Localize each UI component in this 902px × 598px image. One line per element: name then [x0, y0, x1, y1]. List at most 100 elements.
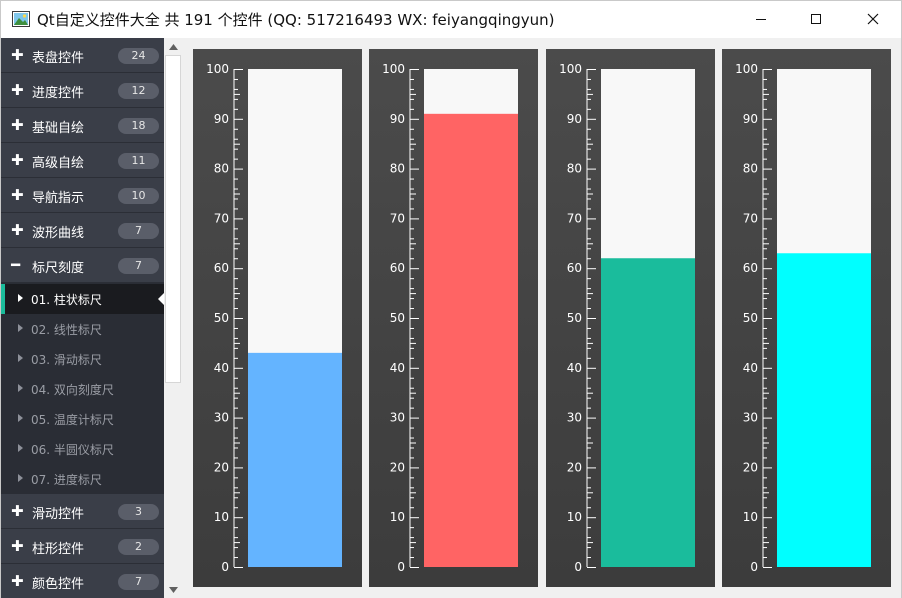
nav-group-label: 导航指示	[32, 191, 85, 206]
nav-group[interactable]: ✚ 导航指示 10	[1, 178, 164, 213]
ruler-svg: 1009080706050403020100	[559, 62, 695, 574]
scale-tick-label: 70	[743, 211, 758, 225]
scale-tick-label: 70	[390, 211, 405, 225]
scale-tick-label: 10	[390, 510, 405, 524]
nav-item-label: 07. 进度标尺	[31, 473, 102, 487]
nav-group-label: 柱形控件	[32, 542, 85, 557]
plus-icon: ✚	[11, 81, 24, 99]
ruler-svg: 1009080706050403020100	[206, 62, 342, 574]
nav-group[interactable]: ✚ 表盘控件 24	[1, 38, 164, 73]
ruler-bar-3: 100 90 80 70 60 50 40 30 20 10 0	[546, 49, 715, 587]
scale-tick-label: 80	[743, 162, 758, 176]
nav-group[interactable]: ✚ 颜色控件 7	[1, 564, 164, 598]
app-picture-icon	[12, 11, 30, 27]
scale-tick-label: 60	[390, 261, 405, 275]
scale-tick-label: 0	[574, 560, 582, 574]
nav-group[interactable]: ✚ 波形曲线 7	[1, 213, 164, 248]
count-badge: 10	[118, 188, 159, 204]
scale-tick-label: 40	[214, 361, 229, 375]
count-badge: 7	[118, 574, 159, 590]
nav-item-active[interactable]: 01. 柱状标尺	[1, 284, 164, 314]
scale-tick-label: 30	[214, 411, 229, 425]
scale-tick-label: 40	[567, 361, 582, 375]
nav-item-label: 02. 线性标尺	[31, 323, 102, 337]
nav-group-label: 表盘控件	[32, 51, 85, 66]
nav-item[interactable]: 06. 半圆仪标尺	[1, 434, 164, 464]
plus-icon: ✚	[11, 151, 24, 169]
scale-tick-label: 30	[390, 411, 405, 425]
scroll-thumb[interactable]	[165, 55, 181, 383]
scale-tick-label: 10	[214, 510, 229, 524]
nav-item[interactable]: 02. 线性标尺	[1, 314, 164, 344]
scale-tick-label: 0	[221, 560, 229, 574]
caret-right-icon	[18, 294, 23, 302]
scale-tick-label: 60	[743, 261, 758, 275]
minus-icon: ━	[11, 256, 21, 274]
caret-right-icon	[18, 384, 23, 392]
nav-group[interactable]: ✚ 高级自绘 11	[1, 143, 164, 178]
plus-icon: ✚	[11, 502, 24, 520]
nav-group[interactable]: ✚ 柱形控件 2	[1, 529, 164, 564]
caret-right-icon	[18, 444, 23, 452]
minimize-button[interactable]	[738, 1, 784, 37]
nav-group[interactable]: ✚ 进度控件 12	[1, 73, 164, 108]
minimize-icon	[756, 19, 766, 20]
content-area: 100 90 80 70 60 50 40 30 20 10 0 100 90 80 70 60 50 40 30…	[182, 38, 901, 598]
scale-tick-label: 60	[214, 261, 229, 275]
nav-group-label: 标尺刻度	[32, 261, 85, 276]
nav-item[interactable]: 05. 温度计标尺	[1, 404, 164, 434]
caret-right-icon	[18, 474, 23, 482]
caret-right-icon	[18, 324, 23, 332]
close-button[interactable]	[850, 1, 896, 37]
scroll-down-button[interactable]	[164, 581, 182, 598]
plus-icon: ✚	[11, 46, 24, 64]
scale-tick-label: 60	[567, 261, 582, 275]
count-badge: 18	[118, 118, 159, 134]
scale-tick-label: 20	[567, 460, 582, 474]
sidebar-scrollbar[interactable]	[164, 38, 182, 598]
scroll-up-button[interactable]	[164, 38, 182, 55]
bar-value	[424, 113, 518, 567]
scale-tick-label: 20	[390, 460, 405, 474]
ruler-svg: 1009080706050403020100	[382, 62, 518, 574]
title-bar[interactable]: Qt自定义控件大全 共 191 个控件 (QQ: 517216493 WX: f…	[1, 1, 901, 37]
scale-tick-label: 70	[214, 211, 229, 225]
count-badge: 2	[118, 539, 159, 555]
plus-icon: ✚	[11, 537, 24, 555]
bar-value	[777, 253, 871, 567]
nav-item[interactable]: 07. 进度标尺	[1, 464, 164, 494]
scale-tick-label: 80	[567, 162, 582, 176]
ruler-bar-2: 100 90 80 70 60 50 40 30 20 10 0	[369, 49, 538, 587]
nav-item[interactable]: 04. 双向刻度尺	[1, 374, 164, 404]
caret-right-icon	[18, 354, 23, 362]
scale-tick-label: 90	[390, 112, 405, 126]
scale-tick-label: 50	[214, 311, 229, 325]
scale-tick-label: 90	[743, 112, 758, 126]
scale-tick-label: 80	[214, 162, 229, 176]
nav-group-label: 进度控件	[32, 86, 85, 101]
ruler-svg: 1009080706050403020100	[735, 62, 871, 574]
nav-item-label: 06. 半圆仪标尺	[31, 443, 114, 457]
scroll-down-arrow-icon	[168, 586, 178, 593]
scale-tick-label: 70	[567, 211, 582, 225]
active-indicator	[1, 284, 5, 314]
count-badge: 24	[118, 48, 159, 64]
plus-icon: ✚	[11, 572, 24, 590]
nav-item[interactable]: 03. 滑动标尺	[1, 344, 164, 374]
scale-tick-label: 100	[382, 62, 405, 76]
nav-group-expanded[interactable]: ━ 标尺刻度 7	[1, 248, 164, 283]
nav-group-label: 基础自绘	[32, 121, 85, 136]
count-badge: 3	[118, 504, 159, 520]
scale-tick-label: 30	[567, 411, 582, 425]
nav-sidebar: ✚ 表盘控件 24 ✚ 进度控件 12 ✚ 基础自绘 18 ✚ 高级自绘 11 …	[1, 38, 164, 598]
scale-tick-label: 20	[743, 460, 758, 474]
nav-group-label: 波形曲线	[32, 226, 85, 241]
nav-group[interactable]: ✚ 基础自绘 18	[1, 108, 164, 143]
bar-value	[248, 352, 342, 567]
maximize-button[interactable]	[793, 1, 839, 37]
nav-item-label: 03. 滑动标尺	[31, 353, 102, 367]
nav-group[interactable]: ✚ 滑动控件 3	[1, 494, 164, 529]
nav-item-label: 05. 温度计标尺	[31, 413, 114, 427]
nav-item-label: 01. 柱状标尺	[31, 293, 102, 307]
close-icon	[867, 13, 879, 25]
